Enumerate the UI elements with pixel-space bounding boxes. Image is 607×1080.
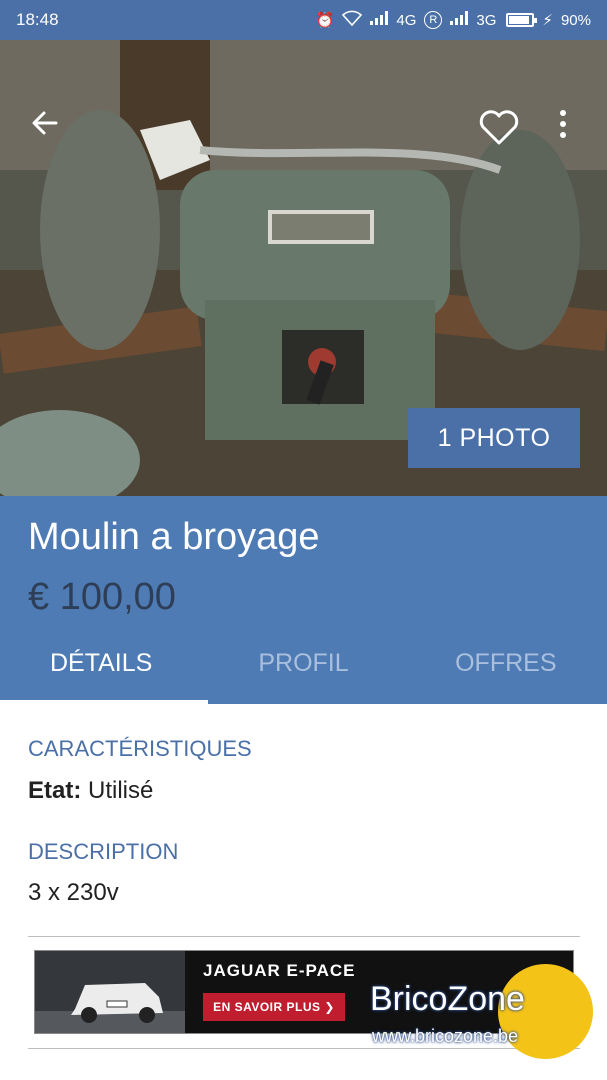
characteristics-heading: CARACTÉRISTIQUES [28,736,252,761]
tab-bar: DÉTAILS PROFIL OFFRES [0,646,607,700]
listing-header: Moulin a broyage € 100,00 DÉTAILS PROFIL… [0,496,607,704]
network-label-1: 4G [396,11,417,29]
active-tab-indicator [0,700,208,704]
roaming-label: R [429,14,438,26]
signal-icon [370,11,389,29]
status-bar: 18:48 ⏰ 4G R 3G ⚡ 90% [0,0,607,40]
heart-icon [479,110,519,145]
network-label-2: 3G [476,11,497,29]
watermark-url: www.bricozone.be [372,1026,519,1046]
divider [28,936,580,937]
tab-details[interactable]: DÉTAILS [0,646,202,700]
listing-price: € 100,00 [28,576,176,618]
roaming-icon: R [424,11,443,29]
more-vertical-icon [560,110,566,138]
tab-profile[interactable]: PROFIL [202,646,404,700]
charging-icon: ⚡ [542,12,553,29]
description-heading: DESCRIPTION [28,839,179,864]
ad-car-image [35,951,185,1033]
wifi-icon [342,10,363,30]
description-text: 3 x 230v [28,879,119,906]
listing-photo[interactable]: 1 PHOTO [0,40,607,496]
ad-title: JAGUAR E-PACE [203,961,356,980]
status-time: 18:48 [16,10,59,29]
status-icons: ⏰ 4G R 3G ⚡ 90% [316,10,591,30]
arrow-left-icon [32,111,58,135]
listing-title: Moulin a broyage [28,516,320,558]
alarm-icon: ⏰ [315,12,335,29]
watermark-brand: BricoZone [370,980,525,1018]
signal-icon-2 [450,11,469,29]
battery-level: 90% [560,11,591,29]
ad-learn-more-button[interactable]: EN SAVOIR PLUS ❯ [203,993,345,1021]
condition-value: Utilisé [88,777,154,804]
photo-count-button[interactable]: 1 PHOTO [408,408,580,468]
tab-offers[interactable]: OFFRES [405,646,607,700]
battery-icon [506,13,538,27]
condition-key: Etat: [28,777,82,804]
divider-bottom [28,1048,580,1049]
condition-row: Etat: Utilisé [28,777,153,805]
